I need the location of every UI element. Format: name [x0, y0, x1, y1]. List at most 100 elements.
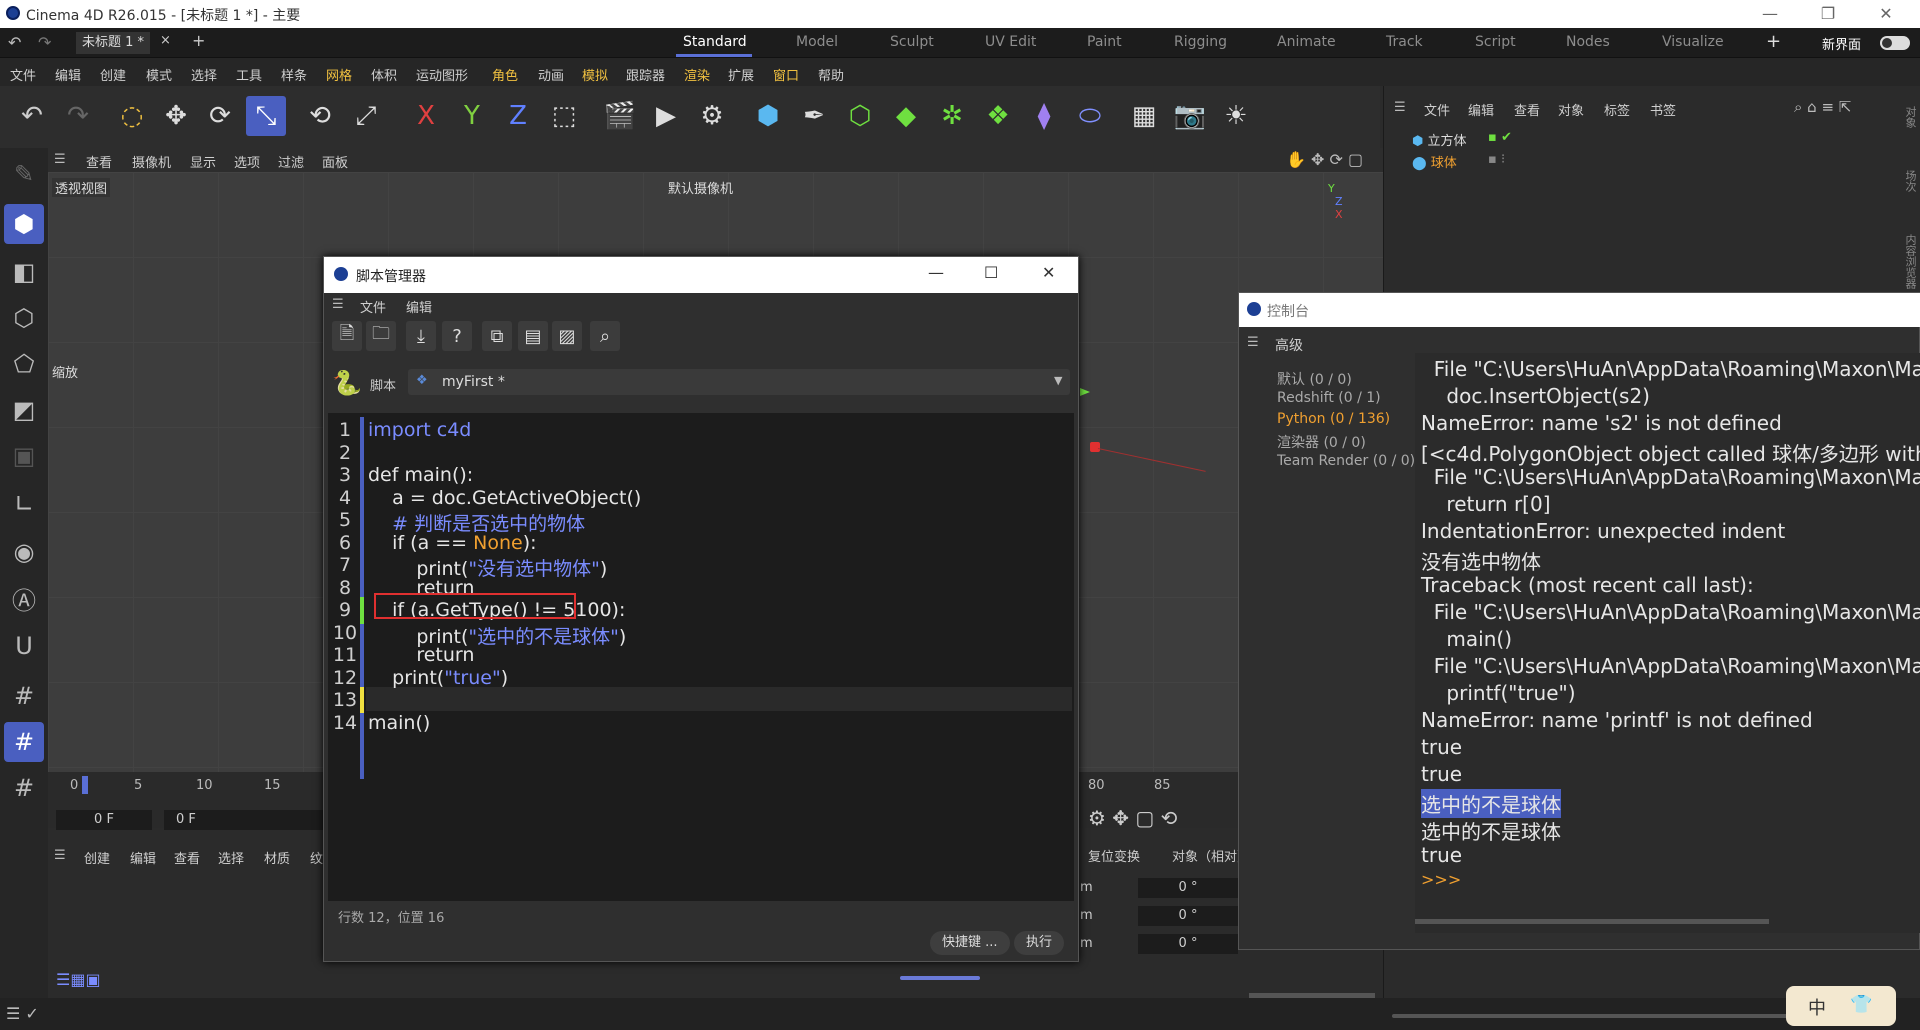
console-category-default[interactable]: 默认 (0 / 0): [1277, 369, 1352, 389]
code-editor[interactable]: 1 2 3 4 5 6 7 8 9 10 11 12 13 14 import …: [328, 413, 1074, 901]
console-category-python[interactable]: Python (0 / 136): [1277, 411, 1390, 427]
model-mode-icon[interactable]: ⬢: [4, 204, 44, 244]
new-ui-toggle[interactable]: [1880, 36, 1910, 50]
visibility-check-icon[interactable]: ▪ ✔: [1488, 130, 1512, 145]
light-icon[interactable]: ☀: [1216, 96, 1256, 136]
script-menu-icon[interactable]: ☰: [332, 297, 344, 312]
redo-icon[interactable]: ↷: [38, 33, 51, 52]
solo-icon[interactable]: ◉: [4, 532, 44, 572]
layout-tab-model[interactable]: Model: [796, 34, 838, 50]
viewport-menu-display[interactable]: 显示: [190, 152, 216, 171]
axis-mode-icon[interactable]: ∟: [4, 484, 44, 524]
script-menu-edit[interactable]: 编辑: [406, 297, 432, 316]
attr-menu-select[interactable]: 选择: [218, 848, 244, 867]
texture-mode-icon[interactable]: ◧: [4, 252, 44, 292]
visibility-dots-icon[interactable]: ▪ ⁝: [1488, 152, 1505, 167]
menu-window[interactable]: 窗口: [773, 65, 799, 84]
console-category-scrollbar[interactable]: [1249, 993, 1375, 998]
subdivision-icon[interactable]: ⬡: [840, 96, 880, 136]
execute-button[interactable]: 执行: [1014, 931, 1065, 955]
console-menu-icon[interactable]: ☰: [1247, 335, 1259, 350]
menu-extensions[interactable]: 扩展: [728, 65, 754, 84]
menu-select[interactable]: 选择: [191, 65, 217, 84]
viewport-menu-panel[interactable]: 面板: [322, 152, 348, 171]
console-menu-advanced[interactable]: 高级: [1275, 335, 1303, 355]
scale-object-icon[interactable]: ⤢: [346, 96, 386, 136]
workplane-align-icon[interactable]: #: [4, 768, 44, 808]
object-menu-edit[interactable]: 编辑: [1468, 100, 1494, 119]
document-close-icon[interactable]: ×: [160, 33, 171, 48]
document-tab[interactable]: 未标题 1 *: [76, 32, 151, 54]
move-icon[interactable]: ✥: [156, 96, 196, 136]
object-item-sphere[interactable]: ⬤ 球体: [1412, 152, 1457, 171]
playback-icons[interactable]: ⚙ ✥ ▢ ⟲: [1088, 806, 1177, 830]
menu-tools[interactable]: 工具: [236, 65, 262, 84]
rotation-b-field[interactable]: 0 °: [1138, 934, 1238, 954]
layout-tab-nodes[interactable]: Nodes: [1566, 34, 1610, 50]
reset-transform-button[interactable]: 复位变换: [1088, 846, 1140, 865]
render-settings-icon[interactable]: ⚙: [692, 96, 732, 136]
layout-tab-animate[interactable]: Animate: [1277, 34, 1336, 50]
close-button[interactable]: ✕: [1874, 2, 1898, 26]
console-output[interactable]: File "C:\Users\HuAn\AppData\Roaming\Maxo…: [1415, 353, 1920, 933]
undo-icon[interactable]: ↶: [8, 33, 21, 52]
object-search-icons[interactable]: ⌕ ⌂ ≡ ⇱: [1794, 98, 1851, 116]
field-icon[interactable]: ⬭: [1070, 96, 1110, 136]
object-menu-file[interactable]: 文件: [1424, 100, 1450, 119]
add-document-button[interactable]: +: [192, 31, 205, 50]
menu-edit[interactable]: 编辑: [55, 65, 81, 84]
viewport-menu-options[interactable]: 选项: [234, 152, 260, 171]
menu-mesh[interactable]: 网格: [326, 65, 352, 84]
object-menu-object[interactable]: 对象: [1558, 100, 1584, 119]
side-tab-objects[interactable]: 对象: [1904, 106, 1918, 128]
object-handle[interactable]: [1090, 442, 1100, 452]
attr-menu-material[interactable]: 材质: [264, 848, 290, 867]
redo-button[interactable]: ↷: [58, 96, 98, 136]
menu-character[interactable]: 角色: [492, 65, 518, 84]
ime-indicator[interactable]: 中 👕: [1786, 986, 1896, 1026]
attr-menu-icon[interactable]: ☰: [54, 848, 66, 863]
viewport-nav-icons[interactable]: ✋ ✥ ⟳ ▢: [1286, 150, 1363, 169]
status-menu-icon[interactable]: ☰ ✓: [6, 1004, 39, 1023]
layout-tab-script[interactable]: Script: [1475, 34, 1516, 50]
zoom-slider[interactable]: [900, 976, 980, 980]
attr-menu-view[interactable]: 查看: [174, 848, 200, 867]
attr-menu-create[interactable]: 创建: [84, 848, 110, 867]
layout-tab-paint[interactable]: Paint: [1087, 34, 1122, 50]
menu-animation[interactable]: 动画: [538, 65, 564, 84]
scale-icon[interactable]: ⤡: [246, 96, 286, 136]
shortcut-button[interactable]: 快捷键 ...: [930, 931, 1010, 955]
live-selection-icon[interactable]: ◌: [112, 96, 152, 136]
current-frame-field[interactable]: 0 F: [56, 810, 152, 830]
y-axis-icon[interactable]: Y: [452, 96, 492, 136]
view-mode-icons[interactable]: ☰▦▣: [56, 970, 101, 989]
image-icon[interactable]: ▨: [552, 321, 582, 351]
mograph-icon[interactable]: ❖: [978, 96, 1018, 136]
layout-tab-uvedit[interactable]: UV Edit: [985, 34, 1036, 50]
layout-tab-sculpt[interactable]: Sculpt: [890, 34, 934, 50]
snap-text-icon[interactable]: Ⓐ: [4, 578, 44, 618]
script-menu-file[interactable]: 文件: [360, 297, 386, 316]
grid-snap-icon[interactable]: #: [4, 676, 44, 716]
horizontal-scrollbar[interactable]: [1392, 1014, 1832, 1018]
help-icon[interactable]: ?: [442, 321, 472, 351]
menu-help[interactable]: 帮助: [818, 65, 844, 84]
restore-button[interactable]: ❐: [1816, 2, 1840, 26]
layout-tab-visualize[interactable]: Visualize: [1662, 34, 1724, 50]
workplane-icon[interactable]: #: [4, 722, 44, 762]
attr-menu-texture[interactable]: 纹: [310, 848, 323, 867]
layout-tab-standard[interactable]: Standard: [683, 34, 747, 50]
menu-tracker[interactable]: 跟踪器: [626, 65, 665, 84]
side-tab-takes[interactable]: 场次: [1904, 170, 1918, 192]
render-view-icon[interactable]: 🎬: [600, 96, 640, 136]
new-script-icon[interactable]: 🗎: [332, 321, 362, 351]
layout-tab-rigging[interactable]: Rigging: [1174, 34, 1227, 50]
load-icon[interactable]: ▤: [518, 321, 548, 351]
console-category-redshift[interactable]: Redshift (0 / 1): [1277, 390, 1381, 406]
camera-icon[interactable]: 📷: [1170, 96, 1210, 136]
console-category-renderer[interactable]: 渲染器 (0 / 0): [1277, 432, 1366, 452]
viewport-menu-camera[interactable]: 摄像机: [132, 152, 171, 171]
viewport-menu-view[interactable]: 查看: [86, 152, 112, 171]
make-editable-icon[interactable]: ✎: [4, 154, 44, 194]
z-axis-icon[interactable]: Z: [498, 96, 538, 136]
